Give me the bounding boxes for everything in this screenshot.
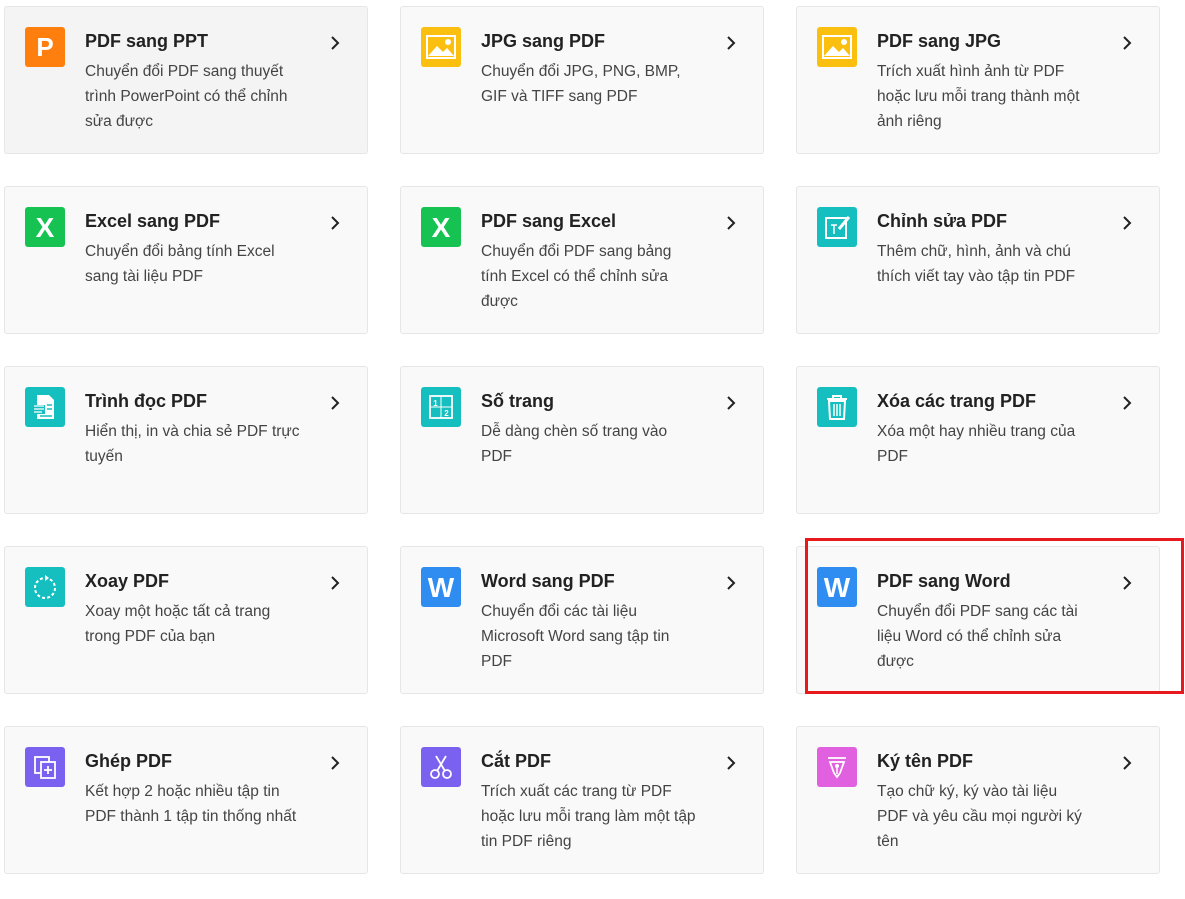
tool-card-excel-to-pdf[interactable]: X Excel sang PDF Chuyển đổi bảng tính Ex… bbox=[4, 186, 368, 334]
tool-title: PDF sang JPG bbox=[877, 31, 1002, 51]
chevron-right-icon bbox=[331, 576, 340, 590]
tool-description: Kết hợp 2 hoặc nhiều tập tin PDF thành 1… bbox=[85, 783, 297, 825]
tool-card-delete-pages[interactable]: Xóa các trang PDF Xóa một hay nhiều tran… bbox=[796, 366, 1160, 514]
svg-text:W: W bbox=[824, 572, 851, 603]
image-icon bbox=[421, 27, 461, 67]
tool-title: Xóa các trang PDF bbox=[877, 391, 1037, 411]
tool-card-sign-pdf[interactable]: Ký tên PDF Tạo chữ ký, ký vào tài liệu P… bbox=[796, 726, 1160, 874]
tool-description: Chuyển đổi bảng tính Excel sang tài liệu… bbox=[85, 243, 275, 285]
chevron-right-icon bbox=[331, 216, 340, 230]
tool-description: Xóa một hay nhiều trang của PDF bbox=[877, 423, 1076, 465]
tool-card-jpg-to-pdf[interactable]: JPG sang PDF Chuyển đổi JPG, PNG, BMP, G… bbox=[400, 6, 764, 154]
tool-card-split-pdf[interactable]: Cắt PDF Trích xuất các trang từ PDF hoặc… bbox=[400, 726, 764, 874]
chevron-right-icon bbox=[331, 36, 340, 50]
chevron-right-icon bbox=[331, 756, 340, 770]
tool-description: Chuyển đổi PDF sang các tài liệu Word có… bbox=[877, 603, 1078, 670]
tool-title: PDF sang Excel bbox=[481, 211, 617, 231]
tool-description: Trích xuất các trang từ PDF hoặc lưu mỗi… bbox=[481, 783, 696, 850]
tools-grid: P PDF sang PPT Chuyển đổi PDF sang thuyế… bbox=[0, 0, 1185, 899]
merge-icon bbox=[25, 747, 65, 787]
chevron-right-icon bbox=[727, 36, 736, 50]
trash-icon bbox=[817, 387, 857, 427]
tool-card-page-numbers[interactable]: 12 Số trang Dễ dàng chèn số trang vào PD… bbox=[400, 366, 764, 514]
excel-icon: X bbox=[421, 207, 461, 247]
tool-title: Chỉnh sửa PDF bbox=[877, 211, 1008, 231]
tool-description: Chuyển đổi PDF sang thuyết trình PowerPo… bbox=[85, 63, 288, 130]
tool-title: JPG sang PDF bbox=[481, 31, 606, 51]
tool-card-pdf-to-ppt[interactable]: P PDF sang PPT Chuyển đổi PDF sang thuyế… bbox=[4, 6, 368, 154]
excel-icon: X bbox=[25, 207, 65, 247]
svg-text:2: 2 bbox=[444, 409, 449, 418]
word-icon: W bbox=[817, 567, 857, 607]
tool-card-pdf-to-word[interactable]: W PDF sang Word Chuyển đổi PDF sang các … bbox=[796, 546, 1160, 694]
tool-description: Tạo chữ ký, ký vào tài liệu PDF và yêu c… bbox=[877, 783, 1082, 850]
tool-description: Chuyển đổi PDF sang bảng tính Excel có t… bbox=[481, 243, 672, 310]
sign-icon bbox=[817, 747, 857, 787]
tool-title: Word sang PDF bbox=[481, 571, 615, 591]
reader-icon bbox=[25, 387, 65, 427]
tool-title: Số trang bbox=[481, 391, 555, 411]
tool-title: Trình đọc PDF bbox=[85, 391, 208, 411]
tool-title: Cắt PDF bbox=[481, 751, 552, 771]
scissors-icon bbox=[421, 747, 461, 787]
tool-card-rotate-pdf[interactable]: Xoay PDF Xoay một hoặc tất cả trang tron… bbox=[4, 546, 368, 694]
tool-description: Trích xuất hình ảnh từ PDF hoặc lưu mỗi … bbox=[877, 63, 1080, 130]
svg-text:W: W bbox=[428, 572, 455, 603]
chevron-right-icon bbox=[727, 396, 736, 410]
svg-text:X: X bbox=[432, 212, 451, 243]
tool-description: Dễ dàng chèn số trang vào PDF bbox=[481, 423, 668, 465]
tool-card-word-to-pdf[interactable]: W Word sang PDF Chuyển đổi các tài liệu … bbox=[400, 546, 764, 694]
tool-card-merge-pdf[interactable]: Ghép PDF Kết hợp 2 hoặc nhiều tập tin PD… bbox=[4, 726, 368, 874]
chevron-right-icon bbox=[727, 576, 736, 590]
tool-card-pdf-reader[interactable]: Trình đọc PDF Hiển thị, in và chia sẻ PD… bbox=[4, 366, 368, 514]
tool-description: Xoay một hoặc tất cả trang trong PDF của… bbox=[85, 603, 271, 645]
tool-title: Xoay PDF bbox=[85, 571, 170, 591]
chevron-right-icon bbox=[1123, 756, 1132, 770]
tool-title: Excel sang PDF bbox=[85, 211, 221, 231]
tool-title: PDF sang PPT bbox=[85, 31, 209, 51]
chevron-right-icon bbox=[727, 216, 736, 230]
chevron-right-icon bbox=[727, 756, 736, 770]
chevron-right-icon bbox=[1123, 576, 1132, 590]
edit-icon bbox=[817, 207, 857, 247]
tool-title: Ghép PDF bbox=[85, 751, 173, 771]
svg-text:X: X bbox=[36, 212, 55, 243]
word-icon: W bbox=[421, 567, 461, 607]
chevron-right-icon bbox=[1123, 396, 1132, 410]
chevron-right-icon bbox=[1123, 216, 1132, 230]
tool-title: Ký tên PDF bbox=[877, 751, 974, 771]
tool-description: Hiển thị, in và chia sẻ PDF trực tuyến bbox=[85, 423, 300, 465]
rotate-icon bbox=[25, 567, 65, 607]
chevron-right-icon bbox=[1123, 36, 1132, 50]
tool-card-pdf-to-jpg[interactable]: PDF sang JPG Trích xuất hình ảnh từ PDF … bbox=[796, 6, 1160, 154]
svg-text:P: P bbox=[36, 32, 53, 62]
image-icon bbox=[817, 27, 857, 67]
powerpoint-icon: P bbox=[25, 27, 65, 67]
tool-description: Chuyển đổi các tài liệu Microsoft Word s… bbox=[481, 603, 670, 670]
page-number-icon: 12 bbox=[421, 387, 461, 427]
tool-title: PDF sang Word bbox=[877, 571, 1011, 591]
tool-description: Thêm chữ, hình, ảnh và chú thích viết ta… bbox=[877, 243, 1076, 285]
tool-card-edit-pdf[interactable]: Chỉnh sửa PDF Thêm chữ, hình, ảnh và chú… bbox=[796, 186, 1160, 334]
tool-card-pdf-to-excel[interactable]: X PDF sang Excel Chuyển đổi PDF sang bản… bbox=[400, 186, 764, 334]
chevron-right-icon bbox=[331, 396, 340, 410]
tool-description: Chuyển đổi JPG, PNG, BMP, GIF và TIFF sa… bbox=[481, 63, 681, 105]
svg-text:1: 1 bbox=[433, 399, 438, 408]
